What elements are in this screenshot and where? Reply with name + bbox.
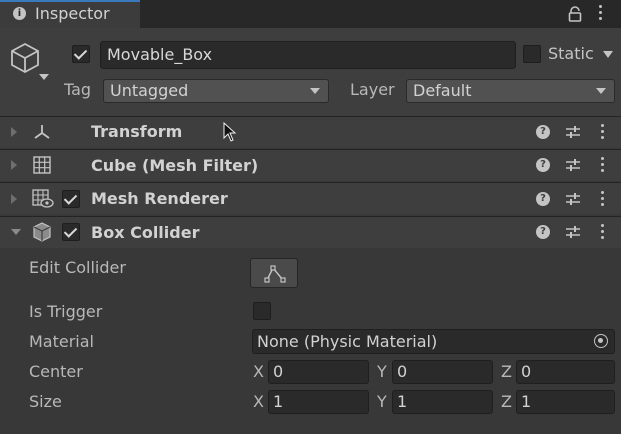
presets-icon[interactable] (565, 224, 581, 240)
component-label: Transform (91, 122, 183, 141)
component-label: Box Collider (91, 223, 200, 242)
active-checkbox[interactable] (72, 45, 90, 63)
size-z-field[interactable]: 1 (516, 390, 615, 414)
material-label: Material (29, 332, 94, 351)
object-name-field[interactable]: Movable_Box (100, 41, 516, 69)
box-collider-enabled-checkbox[interactable] (62, 223, 80, 241)
axis-y-label[interactable]: Y (377, 392, 387, 411)
edit-collider-button[interactable] (250, 258, 298, 288)
axis-z-label[interactable]: Z (501, 362, 512, 381)
mesh-renderer-icon (32, 189, 54, 208)
component-label: Cube (Mesh Filter) (91, 156, 259, 175)
center-y-field[interactable]: 0 (392, 360, 493, 384)
axis-z-label[interactable]: Z (501, 392, 512, 411)
component-menu-icon[interactable] (599, 157, 605, 175)
window-menu-icon[interactable] (597, 5, 603, 23)
axis-x-label[interactable]: X (253, 392, 264, 411)
chevron-down-icon (310, 88, 320, 94)
size-y-field[interactable]: 1 (392, 390, 493, 414)
edit-collider-icon (264, 265, 286, 283)
static-label: Static (548, 44, 594, 63)
presets-icon[interactable] (565, 157, 581, 173)
component-menu-icon[interactable] (599, 224, 605, 242)
material-field[interactable]: None (Physic Material) (252, 329, 615, 354)
center-z-field[interactable]: 0 (516, 360, 615, 384)
component-menu-icon[interactable] (599, 124, 605, 142)
foldout-arrow-icon[interactable] (11, 160, 17, 170)
object-picker-icon[interactable] (594, 334, 608, 348)
foldout-arrow-icon[interactable] (11, 127, 17, 137)
tag-label: Tag (64, 80, 92, 99)
is-trigger-label: Is Trigger (29, 302, 103, 321)
mesh-renderer-enabled-checkbox[interactable] (62, 190, 80, 208)
chevron-down-icon (596, 88, 606, 94)
help-icon[interactable]: ? (536, 225, 550, 239)
is-trigger-checkbox[interactable] (253, 302, 271, 320)
component-label: Mesh Renderer (91, 189, 228, 208)
static-checkbox[interactable] (523, 45, 541, 63)
foldout-arrow-icon[interactable] (11, 229, 21, 235)
layer-value: Default (413, 81, 472, 100)
center-x-field[interactable]: 0 (268, 360, 369, 384)
tab-label: Inspector (35, 4, 110, 23)
presets-icon[interactable] (565, 124, 581, 140)
info-icon: i (13, 7, 26, 20)
presets-icon[interactable] (565, 191, 581, 207)
mouse-cursor-icon (223, 122, 237, 142)
chevron-down-icon[interactable] (39, 74, 49, 80)
lock-icon[interactable] (567, 6, 583, 22)
help-icon[interactable]: ? (536, 125, 550, 139)
gameobject-cube-icon[interactable] (8, 40, 42, 74)
foldout-arrow-icon[interactable] (11, 194, 17, 204)
layer-label: Layer (350, 80, 395, 99)
transform-icon (34, 125, 50, 139)
tag-dropdown[interactable]: Untagged (103, 79, 329, 103)
axis-y-label[interactable]: Y (377, 362, 387, 381)
box-collider-icon (33, 222, 51, 242)
tag-value: Untagged (110, 81, 189, 100)
help-icon[interactable]: ? (536, 192, 550, 206)
layer-dropdown[interactable]: Default (406, 79, 615, 103)
static-dropdown-icon[interactable] (603, 51, 613, 58)
axis-x-label[interactable]: X (253, 362, 264, 381)
grid-icon (33, 156, 51, 174)
size-x-field[interactable]: 1 (268, 390, 369, 414)
component-menu-icon[interactable] (599, 191, 605, 209)
center-label: Center (29, 362, 83, 381)
help-icon[interactable]: ? (536, 158, 550, 172)
edit-collider-label: Edit Collider (29, 258, 126, 277)
size-label: Size (29, 392, 62, 411)
